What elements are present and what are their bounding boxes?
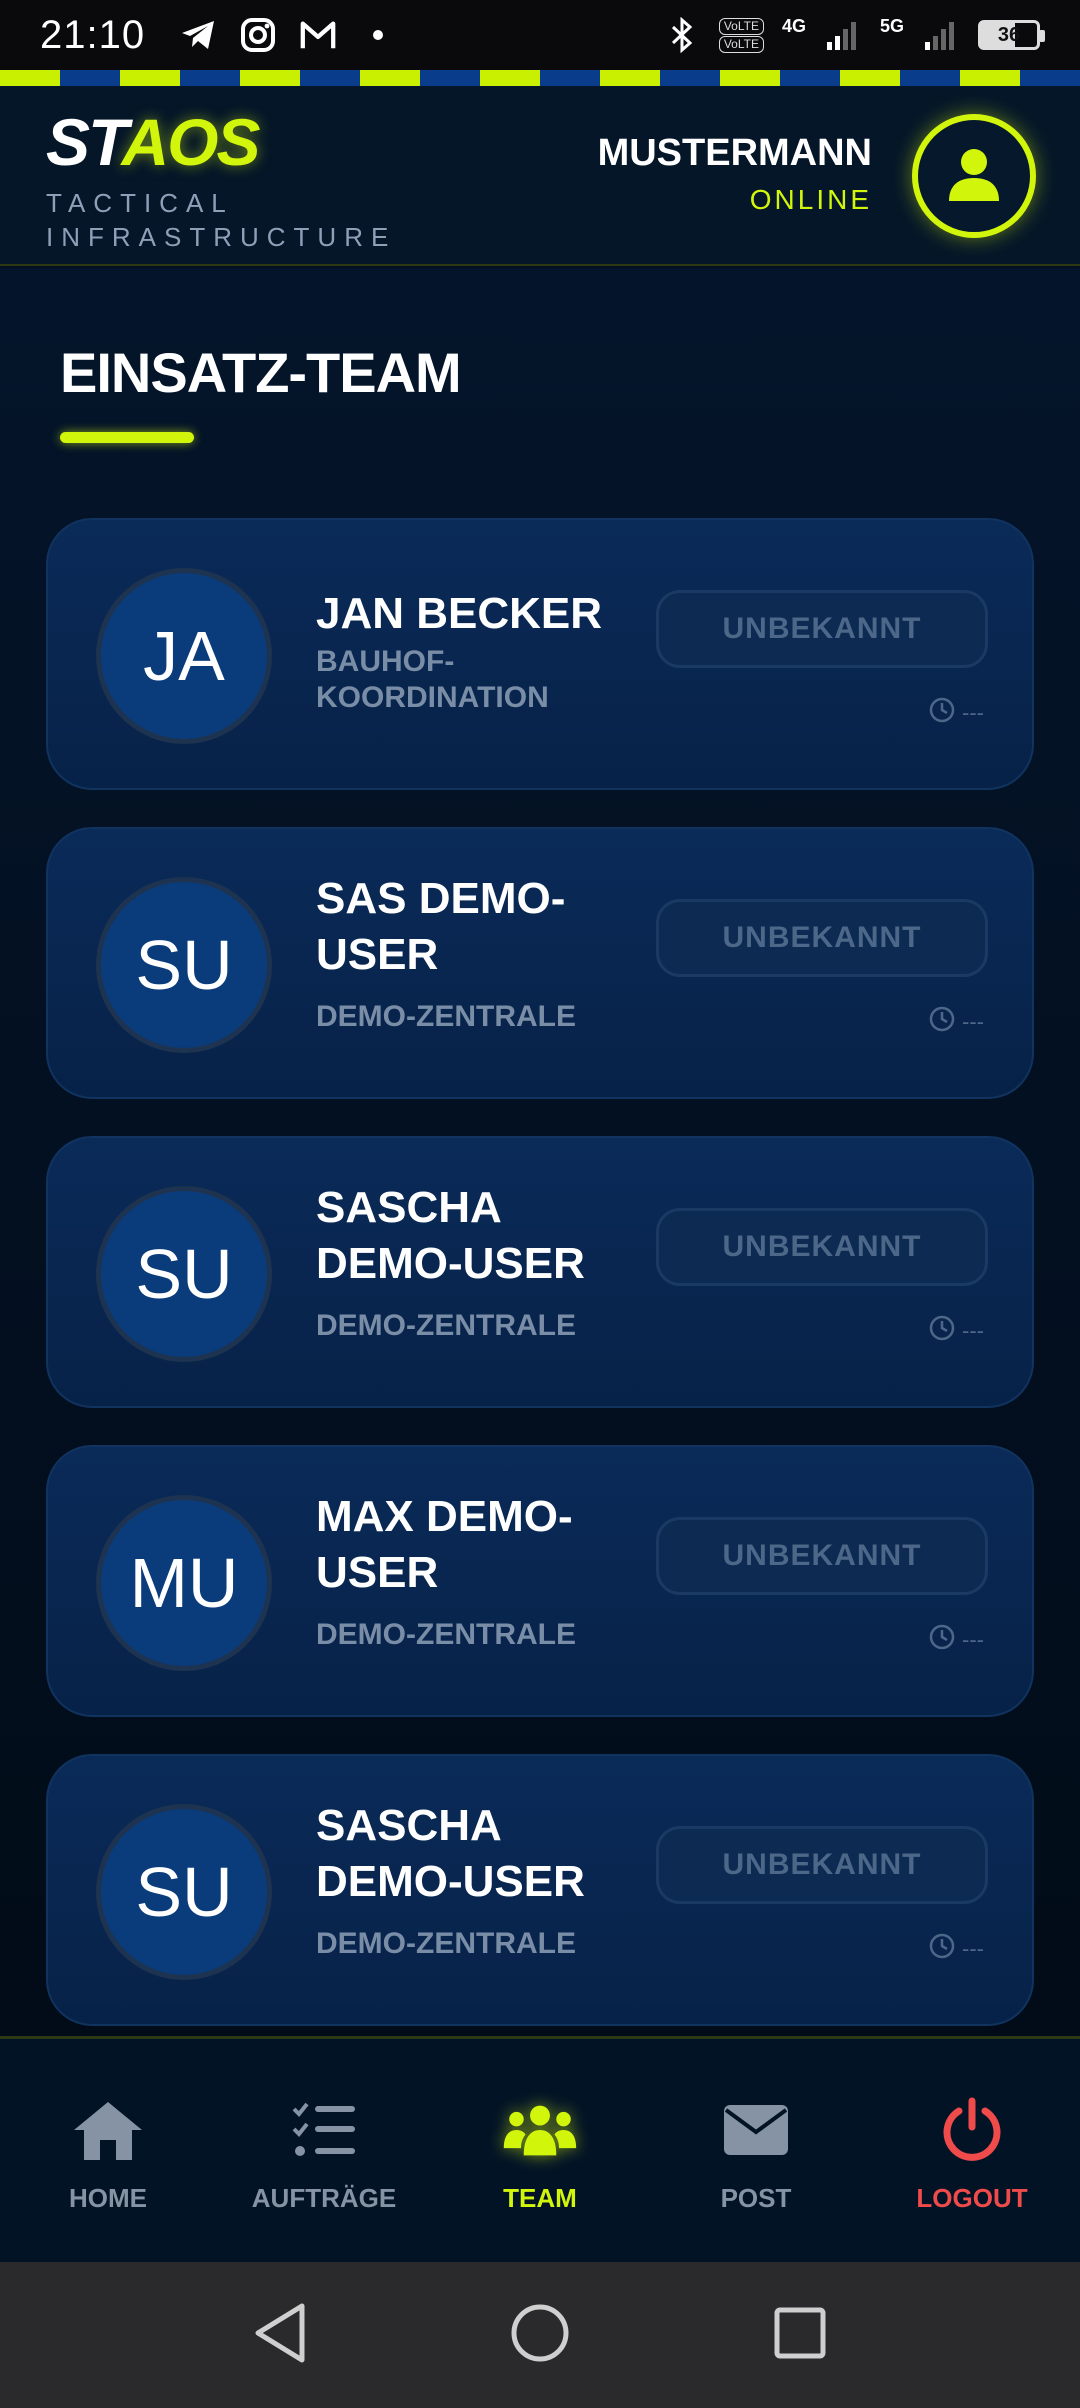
- nav-team-label: TEAM: [503, 2183, 577, 2213]
- header-stripe: [0, 70, 1080, 86]
- system-navigation-bar: [0, 2262, 1080, 2408]
- bottom-navigation: HOME AUFTRÄGE TEAM POST LOGOUT: [0, 2036, 1080, 2262]
- main-content: EINSATZ-TEAM JA JAN BECKER BAUHOF-KOORDI…: [0, 268, 1080, 2038]
- clock-icon: [928, 1005, 956, 1039]
- gmail-icon: [299, 16, 337, 54]
- instagram-icon: [239, 16, 277, 54]
- member-avatar: SU: [96, 877, 272, 1053]
- status-time: 21:10: [40, 12, 146, 57]
- team-icon: [502, 2095, 578, 2165]
- member-role: DEMO-ZENTRALE: [316, 1309, 576, 1342]
- member-name: SASCHA DEMO-USER: [316, 1801, 585, 1906]
- user-status: ONLINE: [749, 184, 872, 215]
- member-avatar: JA: [96, 568, 272, 744]
- notification-dot-icon: [359, 16, 397, 54]
- member-name: MAX DEMO-USER: [316, 1492, 573, 1597]
- member-status-badge: UNBEKANNT: [656, 1517, 988, 1595]
- network-4g-label: 4G: [781, 15, 806, 36]
- home-system-button[interactable]: [500, 2295, 580, 2375]
- home-circle-icon: [510, 2303, 570, 2368]
- app-header: STAOS TACTICAL INFRASTRUCTURE MUSTERMANN…: [0, 86, 1080, 266]
- team-member-card[interactable]: JA JAN BECKER BAUHOF-KOORDINATION UNBEKA…: [46, 518, 1034, 790]
- bluetooth-icon: [663, 16, 701, 54]
- member-last-seen: ---: [928, 1623, 984, 1657]
- member-status-badge: UNBEKANNT: [656, 590, 988, 668]
- member-role: DEMO-ZENTRALE: [316, 1927, 576, 1960]
- member-name: SAS DEMO-USER: [316, 874, 566, 979]
- back-triangle-icon: [252, 2302, 308, 2369]
- user-name: MUSTERMANN: [597, 132, 872, 174]
- profile-button[interactable]: [912, 114, 1036, 238]
- member-avatar: SU: [96, 1186, 272, 1362]
- member-name: JAN BECKER: [316, 589, 603, 638]
- home-icon: [70, 2095, 146, 2165]
- telegram-icon: [179, 16, 217, 54]
- user-icon: [945, 145, 1003, 208]
- clock-icon: [928, 1932, 956, 1966]
- member-name: SASCHA DEMO-USER: [316, 1183, 585, 1288]
- member-status-badge: UNBEKANNT: [656, 899, 988, 977]
- member-role: BAUHOF-KOORDINATION: [316, 645, 549, 714]
- nav-tasks[interactable]: AUFTRÄGE: [216, 2039, 432, 2262]
- member-avatar: SU: [96, 1804, 272, 1980]
- clock-icon: [928, 1314, 956, 1348]
- member-status-badge: UNBEKANNT: [656, 1208, 988, 1286]
- member-last-seen: ---: [928, 1314, 984, 1348]
- member-last-seen: ---: [928, 1005, 984, 1039]
- signal-icon: [824, 16, 862, 54]
- nav-team[interactable]: TEAM: [432, 2039, 648, 2262]
- back-button[interactable]: [240, 2295, 320, 2375]
- recents-button[interactable]: [760, 2295, 840, 2375]
- member-last-seen: ---: [928, 696, 984, 730]
- status-bar: 21:10 VoLTE VoLTE 4G 5G 36: [0, 0, 1080, 70]
- nav-logout-label: LOGOUT: [916, 2183, 1028, 2213]
- app-logo: STAOS: [46, 105, 260, 179]
- nav-home[interactable]: HOME: [0, 2039, 216, 2262]
- clock-icon: [928, 1623, 956, 1657]
- member-role: DEMO-ZENTRALE: [316, 1618, 576, 1651]
- app-tagline: TACTICAL INFRASTRUCTURE: [46, 188, 397, 252]
- nav-home-label: HOME: [69, 2183, 147, 2213]
- volte-badges: VoLTE VoLTE: [718, 17, 764, 53]
- nav-post[interactable]: POST: [648, 2039, 864, 2262]
- signal-icon: [922, 16, 960, 54]
- team-member-card[interactable]: SU SASCHA DEMO-USER DEMO-ZENTRALE UNBEKA…: [46, 1136, 1034, 1408]
- power-icon: [934, 2095, 1010, 2165]
- page-title: EINSATZ-TEAM: [60, 341, 462, 404]
- task-list-icon: [286, 2095, 362, 2165]
- network-5g-label: 5G: [879, 15, 904, 36]
- member-avatar: MU: [96, 1495, 272, 1671]
- member-role: DEMO-ZENTRALE: [316, 1000, 576, 1033]
- clock-icon: [928, 696, 956, 730]
- nav-logout[interactable]: LOGOUT: [864, 2039, 1080, 2262]
- member-last-seen: ---: [928, 1932, 984, 1966]
- recents-square-icon: [774, 2307, 826, 2364]
- nav-tasks-label: AUFTRÄGE: [251, 2183, 397, 2213]
- title-underline: [60, 432, 194, 443]
- battery-icon: 36: [978, 20, 1045, 50]
- team-member-card[interactable]: SU SAS DEMO-USER DEMO-ZENTRALE UNBEKANNT…: [46, 827, 1034, 1099]
- member-status-badge: UNBEKANNT: [656, 1826, 988, 1904]
- team-member-card[interactable]: MU MAX DEMO-USER DEMO-ZENTRALE UNBEKANNT…: [46, 1445, 1034, 1717]
- envelope-icon: [718, 2095, 794, 2165]
- nav-post-label: POST: [720, 2183, 792, 2213]
- team-member-card[interactable]: SU SASCHA DEMO-USER DEMO-ZENTRALE UNBEKA…: [46, 1754, 1034, 2026]
